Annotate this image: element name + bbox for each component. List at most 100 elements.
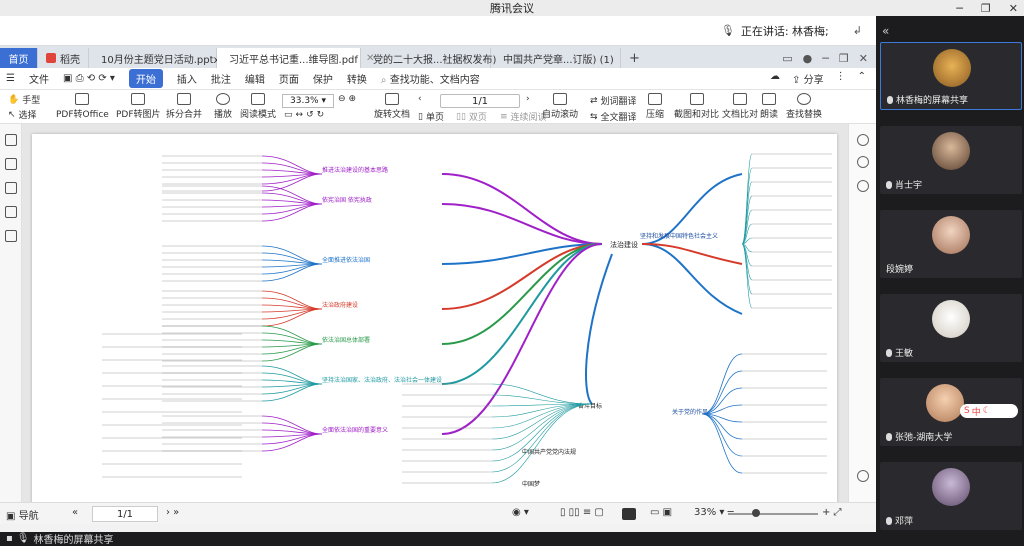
avatar-icon[interactable]: ● — [803, 52, 813, 65]
tab-docer[interactable]: 稻壳 — [38, 48, 89, 68]
underline-translate-button[interactable]: ⇄ 划词翻译 — [590, 94, 637, 108]
restore-wps-icon[interactable]: ❐ — [839, 52, 849, 65]
collapse-ribbon-icon[interactable]: ⌃ — [858, 71, 866, 86]
collapse-panel-icon[interactable]: « — [882, 24, 896, 38]
read-aloud-button[interactable]: 朗读 — [760, 93, 778, 120]
minimize-wps-icon[interactable]: ─ — [822, 52, 829, 65]
mic-icon — [887, 95, 893, 104]
doc-compare-button[interactable]: 文档比对 — [722, 93, 758, 120]
fit-icons[interactable]: ▭ ▣ — [650, 507, 672, 518]
menu-page[interactable]: 页面 — [279, 71, 299, 86]
view-mode-icons[interactable]: ▯ ▯▯ ≡ ▢ — [560, 507, 604, 518]
meeting-title: 腾讯会议 — [490, 2, 534, 15]
bookmark-icon[interactable] — [5, 134, 17, 146]
participant-card[interactable]: S 中 ☾ 张弛-湖南大学 — [880, 378, 1022, 446]
last-page-icon[interactable]: › » — [166, 507, 179, 518]
collapse-arrow-icon[interactable]: ↲ — [853, 24, 862, 37]
close-wps-icon[interactable]: ✕ — [859, 52, 868, 65]
quick-icons[interactable]: ▣ ⎙ ⟲ ⟳ ▾ — [63, 73, 115, 84]
new-tab-button[interactable]: + — [621, 48, 648, 68]
zoom-in-icon[interactable]: ⊕ — [349, 94, 357, 104]
menu-file[interactable]: 文件 — [29, 71, 49, 86]
menu-convert[interactable]: 转换 — [347, 71, 367, 86]
screenshot-compare-button[interactable]: 截图和对比 — [674, 93, 719, 120]
nav-button[interactable]: ▣ 导航 — [6, 507, 39, 522]
rotate-doc-button[interactable]: 旋转文档 — [374, 93, 410, 120]
rotate-right-icon[interactable]: ↻ — [317, 110, 325, 120]
split-merge-button[interactable]: 拆分合并 — [166, 93, 202, 120]
share-button[interactable]: ⇪ 分享 — [792, 71, 824, 86]
tool-label: 文档比对 — [722, 110, 759, 120]
status-page-input[interactable]: 1/1 — [92, 506, 158, 522]
branch-left-label: 法治政府建设 — [322, 301, 358, 309]
cloud-icon[interactable]: ☁ — [770, 71, 780, 86]
page-number-input[interactable]: 1/1 — [440, 94, 520, 108]
menu-edit[interactable]: 编辑 — [245, 71, 265, 86]
tab-report[interactable]: 党的二十大报...社据权发布) — [361, 48, 496, 68]
page-indicator: 1/1 — [471, 95, 489, 107]
prev-page-button[interactable]: ‹ — [418, 94, 422, 104]
single-page-button[interactable]: ▯ 单页 — [418, 110, 444, 124]
menu-insert[interactable]: 插入 — [177, 71, 197, 86]
zoom-slider[interactable] — [728, 513, 818, 515]
restore-icon[interactable]: ❐ — [981, 2, 991, 15]
translate-full-icon: ⇆ — [590, 111, 598, 122]
play-button[interactable]: 播放 — [214, 93, 232, 120]
tab-pdf-active[interactable]: 习近平总书记重...维导图.pdf ✕ — [217, 48, 374, 68]
minimize-icon[interactable]: ─ — [956, 2, 963, 15]
rotate-left-icon[interactable]: ↺ — [306, 110, 314, 120]
participant-card[interactable]: 肖士宇 — [880, 126, 1022, 194]
tab-home[interactable]: 首页 — [0, 48, 38, 68]
fit-buttons[interactable]: ▭ ↔ ↺ ↻ — [284, 110, 324, 120]
zoom-out-icon[interactable]: ⊖ — [338, 94, 346, 104]
window-list-icon[interactable]: ▭ — [782, 52, 792, 65]
slideshow-icon[interactable] — [622, 508, 636, 520]
branch-left-label: 全面推进依法治国 — [322, 256, 370, 264]
zoom-slider-knob[interactable] — [752, 509, 760, 517]
menu-annotate[interactable]: 批注 — [211, 71, 231, 86]
search-input[interactable]: ⌕ 查找功能、文档内容 — [381, 71, 480, 86]
select-tool[interactable]: ↖ 选择 — [8, 108, 37, 122]
ime-toolbar[interactable]: S 中 ☾ — [960, 404, 1018, 418]
zoom-select[interactable]: 33.3% ▾ — [282, 94, 334, 108]
stamp-icon[interactable] — [5, 230, 17, 242]
compress-button[interactable]: 压缩 — [646, 93, 664, 120]
continuous-read-button[interactable]: ≡ 连续阅读 — [500, 110, 547, 124]
adjust-icon[interactable] — [857, 180, 869, 192]
annotation-icon[interactable] — [5, 182, 17, 194]
fit-width-icon[interactable]: ↔ — [296, 110, 304, 120]
participant-card[interactable]: 段婉婷 — [880, 210, 1022, 278]
participant-name: 邓萍 — [886, 514, 913, 527]
full-translate-button[interactable]: ⇆ 全文翻译 — [590, 110, 637, 124]
auto-scroll-button[interactable]: 自动滚动 — [542, 93, 578, 120]
tab-constitution[interactable]: 中国共产党章...订版) (1) — [491, 48, 621, 68]
read-mode-button[interactable]: 阅读模式 — [240, 93, 276, 120]
menu-icon[interactable]: ☰ — [6, 73, 15, 84]
first-page-icon[interactable]: « — [72, 507, 78, 518]
zoom-buttons[interactable]: ⊖ ⊕ — [338, 94, 356, 104]
compress-icon — [648, 93, 662, 105]
settings-icon[interactable] — [857, 156, 869, 168]
close-icon[interactable]: ✕ — [1009, 2, 1018, 15]
eye-icon[interactable]: ◉ ▾ — [512, 507, 529, 518]
more-icon[interactable]: ⋮ — [836, 71, 846, 86]
zoom-plus-icon[interactable]: + ⤢ — [822, 507, 842, 518]
menu-protect[interactable]: 保护 — [313, 71, 333, 86]
participant-card[interactable]: 王敏 — [880, 294, 1022, 362]
next-page-button[interactable]: › — [526, 94, 530, 104]
tab-pptx[interactable]: 10月份主题党日活动.pptx — [89, 48, 219, 68]
participant-card[interactable]: 林香梅的屏幕共享 — [880, 42, 1022, 110]
double-page-button[interactable]: ▯▯ 双页 — [456, 110, 487, 124]
find-replace-button[interactable]: 查找替换 — [786, 93, 822, 120]
fit-page-icon[interactable]: ▭ — [284, 110, 293, 120]
thumbnail-icon[interactable] — [5, 158, 17, 170]
pdf-to-office-button[interactable]: PDF转Office — [56, 93, 109, 120]
zoom-tool-icon[interactable] — [857, 134, 869, 146]
participant-card[interactable]: 邓萍 — [880, 462, 1022, 530]
pdf-to-image-button[interactable]: PDF转图片 — [116, 93, 161, 120]
scroll-up-icon[interactable] — [857, 470, 869, 482]
menu-start[interactable]: 开始 — [128, 69, 163, 88]
attachment-icon[interactable] — [5, 206, 17, 218]
hand-tool[interactable]: ✋ 手型 — [8, 93, 40, 107]
document-area[interactable]: 法治建设 推进法治建设的基本思路 依宪治国 依宪执政 全面推进依法治国 法治政府建设 依法… — [22, 124, 848, 502]
